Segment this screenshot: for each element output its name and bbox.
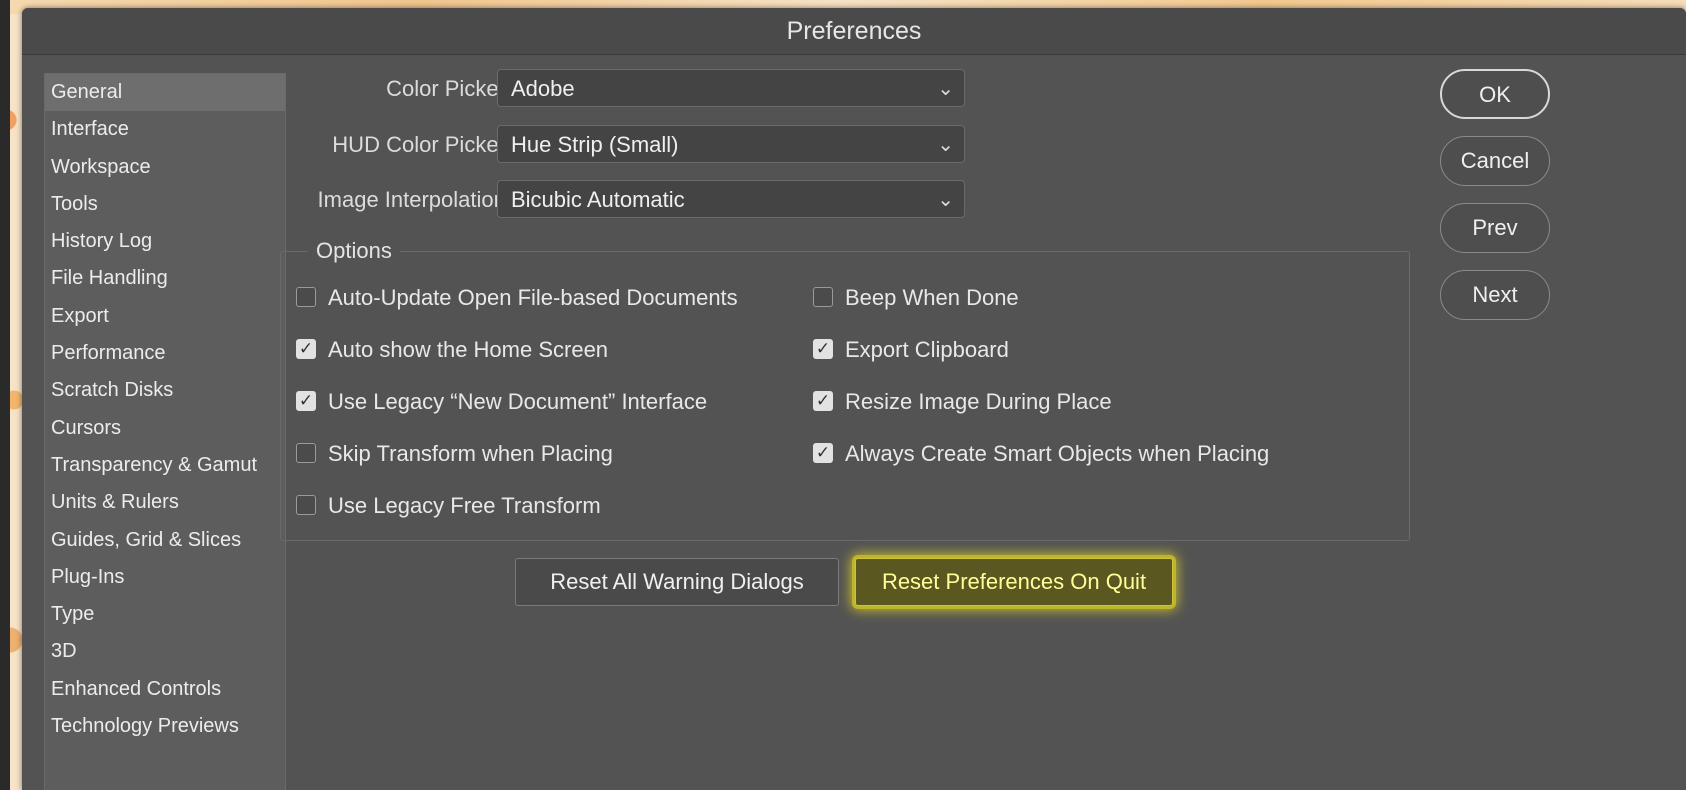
- sidebar-item-file-handling[interactable]: File Handling: [45, 260, 285, 297]
- option-label: Use Legacy “New Document” Interface: [328, 389, 708, 414]
- color-picker-select[interactable]: Adobe ⌄: [497, 69, 965, 107]
- sidebar-item-general[interactable]: General: [45, 74, 285, 112]
- chevron-down-icon: ⌄: [937, 78, 954, 100]
- preferences-dialog: Preferences General Interface Workspace …: [22, 8, 1686, 790]
- checkbox-unchecked[interactable]: [296, 443, 316, 464]
- chevron-down-icon: ⌄: [937, 134, 954, 156]
- sidebar-item-cursors[interactable]: Cursors: [45, 410, 285, 447]
- checkbox-checked[interactable]: ✓: [813, 443, 833, 464]
- color-picker-label: Color Picker:: [386, 76, 512, 101]
- sidebar-item-guides-grid-slices[interactable]: Guides, Grid & Slices: [45, 522, 285, 559]
- option-skip-transform[interactable]: Skip Transform when Placing: [296, 440, 613, 468]
- sidebar-item-technology-previews[interactable]: Technology Previews: [45, 708, 285, 745]
- sidebar-item-3d[interactable]: 3D: [45, 633, 285, 670]
- checkbox-unchecked[interactable]: [813, 287, 833, 308]
- hud-color-picker-label: HUD Color Picker:: [332, 132, 512, 157]
- color-picker-value: Adobe: [511, 76, 575, 101]
- sidebar-item-performance[interactable]: Performance: [45, 335, 285, 372]
- checkbox-checked[interactable]: ✓: [813, 339, 833, 360]
- option-label: Beep When Done: [845, 285, 1019, 310]
- option-beep-when-done[interactable]: Beep When Done: [813, 284, 1019, 312]
- prev-button[interactable]: Prev: [1440, 203, 1550, 253]
- sidebar-item-export[interactable]: Export: [45, 298, 285, 335]
- reset-preferences-on-quit-button[interactable]: Reset Preferences On Quit: [855, 558, 1173, 606]
- option-label: Skip Transform when Placing: [328, 441, 613, 466]
- checkbox-checked[interactable]: ✓: [296, 391, 316, 412]
- sidebar-item-history-log[interactable]: History Log: [45, 223, 285, 260]
- sidebar-item-scratch-disks[interactable]: Scratch Disks: [45, 372, 285, 409]
- option-resize-image-during-place[interactable]: ✓ Resize Image During Place: [813, 388, 1112, 416]
- option-auto-show-home-screen[interactable]: ✓ Auto show the Home Screen: [296, 336, 608, 364]
- sidebar-item-workspace[interactable]: Workspace: [45, 149, 285, 186]
- sidebar-item-plug-ins[interactable]: Plug-Ins: [45, 559, 285, 596]
- option-export-clipboard[interactable]: ✓ Export Clipboard: [813, 336, 1009, 364]
- category-list: General Interface Workspace Tools Histor…: [44, 73, 286, 790]
- cancel-button[interactable]: Cancel: [1440, 136, 1550, 186]
- option-label: Resize Image During Place: [845, 389, 1112, 414]
- chevron-down-icon: ⌄: [937, 189, 954, 211]
- checkbox-checked[interactable]: ✓: [296, 339, 316, 360]
- option-legacy-new-document[interactable]: ✓ Use Legacy “New Document” Interface: [296, 388, 707, 416]
- checkbox-unchecked[interactable]: [296, 287, 316, 308]
- hud-color-picker-select[interactable]: Hue Strip (Small) ⌄: [497, 125, 965, 163]
- option-label: Auto show the Home Screen: [328, 337, 609, 362]
- sidebar-item-enhanced-controls[interactable]: Enhanced Controls: [45, 671, 285, 708]
- sidebar-item-transparency-gamut[interactable]: Transparency & Gamut: [45, 447, 285, 484]
- sidebar-item-type[interactable]: Type: [45, 596, 285, 633]
- option-always-create-smart-objects[interactable]: ✓ Always Create Smart Objects when Placin…: [813, 440, 1269, 468]
- checkbox-checked[interactable]: ✓: [813, 391, 833, 412]
- option-label: Auto-Update Open File-based Documents: [328, 285, 738, 310]
- option-auto-update-documents[interactable]: Auto-Update Open File-based Documents: [296, 284, 738, 312]
- hud-color-picker-value: Hue Strip (Small): [511, 132, 679, 157]
- window-edge: [0, 0, 10, 790]
- option-label: Use Legacy Free Transform: [328, 493, 601, 518]
- sidebar-item-units-rulers[interactable]: Units & Rulers: [45, 484, 285, 521]
- image-interpolation-label: Image Interpolation:: [317, 187, 512, 212]
- next-button[interactable]: Next: [1440, 270, 1550, 320]
- options-title: Options: [308, 236, 400, 266]
- sidebar-item-interface[interactable]: Interface: [45, 111, 285, 148]
- image-interpolation-select[interactable]: Bicubic Automatic ⌄: [497, 180, 965, 218]
- image-interpolation-value: Bicubic Automatic: [511, 187, 685, 212]
- dialog-title: Preferences: [22, 8, 1686, 55]
- checkbox-unchecked[interactable]: [296, 495, 316, 516]
- option-legacy-free-transform[interactable]: Use Legacy Free Transform: [296, 492, 601, 520]
- option-label: Export Clipboard: [845, 337, 1009, 362]
- reset-warning-dialogs-button[interactable]: Reset All Warning Dialogs: [515, 558, 839, 606]
- sidebar-item-tools[interactable]: Tools: [45, 186, 285, 223]
- ok-button[interactable]: OK: [1440, 69, 1550, 119]
- option-label: Always Create Smart Objects when Placing: [845, 441, 1270, 466]
